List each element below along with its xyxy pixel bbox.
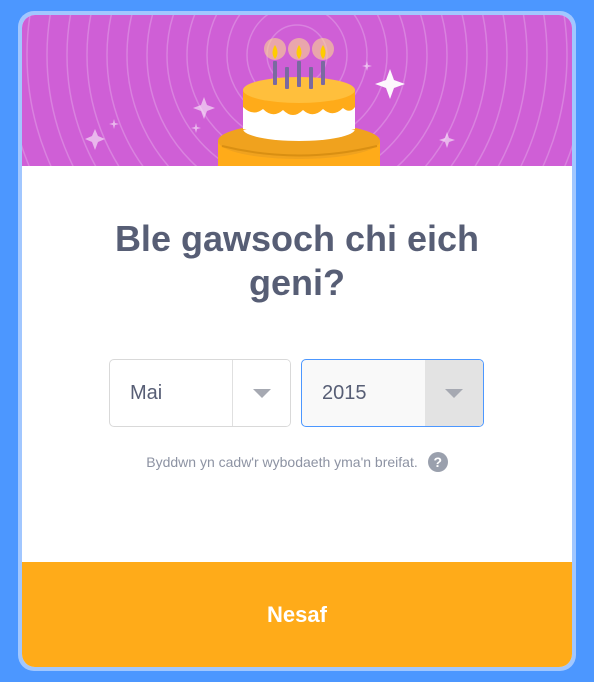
birth-year-value: 2015 bbox=[322, 382, 367, 404]
chevron-down-icon bbox=[252, 389, 271, 398]
privacy-note-text: Byddwn yn cadw'r wybodaeth yma'n breifat… bbox=[146, 454, 418, 470]
birthday-dialog: Ble gawsoch chi eich geni? Mai 2015 Bydd… bbox=[18, 11, 576, 671]
dialog-body: Ble gawsoch chi eich geni? Mai 2015 Bydd… bbox=[22, 15, 572, 667]
birth-month-select[interactable]: Mai bbox=[109, 359, 291, 427]
birthday-cake-illustration bbox=[22, 15, 572, 166]
birth-year-dropdown-button[interactable] bbox=[425, 360, 483, 426]
dialog-title: Ble gawsoch chi eich geni? bbox=[114, 218, 480, 303]
birth-year-select[interactable]: 2015 bbox=[301, 359, 484, 427]
chevron-down-icon bbox=[445, 389, 463, 398]
birth-month-value: Mai bbox=[130, 382, 163, 404]
birth-month-dropdown-button[interactable] bbox=[232, 360, 290, 426]
privacy-note: Byddwn yn cadw'r wybodaeth yma'n breifat… bbox=[22, 452, 572, 472]
birthday-banner bbox=[22, 15, 572, 166]
next-button[interactable]: Nesaf bbox=[22, 562, 572, 667]
question-mark-icon[interactable]: ? bbox=[427, 452, 448, 472]
